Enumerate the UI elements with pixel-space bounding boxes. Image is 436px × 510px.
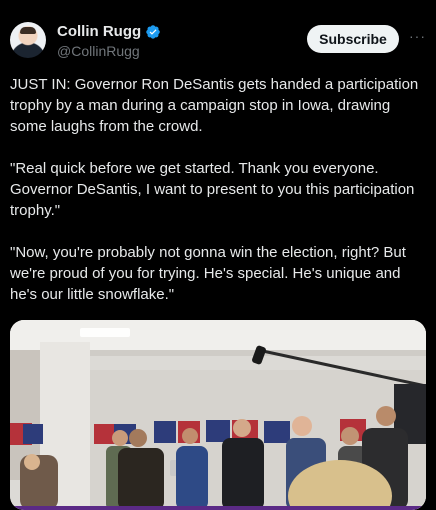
avatar-hair: [20, 27, 36, 34]
author-name[interactable]: Collin Rugg: [57, 23, 141, 41]
tweet-paragraph: JUST IN: Governor Ron DeSantis gets hand…: [10, 76, 419, 135]
author-name-row: Collin Rugg: [57, 23, 161, 41]
ceiling-light: [80, 328, 130, 337]
avatar[interactable]: [10, 22, 46, 58]
more-options-icon[interactable]: ···: [409, 28, 426, 44]
tweet-text: JUST IN: Governor Ron DeSantis gets hand…: [10, 74, 426, 326]
tweet-paragraph: "Real quick before we get started. Thank…: [10, 160, 415, 219]
video-thumbnail: [10, 320, 426, 510]
author-block: Collin Rugg @CollinRugg: [57, 23, 161, 60]
video-player[interactable]: [10, 320, 426, 510]
subscribe-button[interactable]: Subscribe: [307, 25, 399, 53]
author-handle[interactable]: @CollinRugg: [57, 42, 161, 60]
verified-badge-icon: [146, 25, 160, 39]
tweet-header: Collin Rugg @CollinRugg Subscribe ···: [10, 22, 426, 62]
tweet-paragraph: "Now, you're probably not gonna win the …: [10, 244, 406, 303]
video-progress-bar[interactable]: [10, 506, 426, 510]
